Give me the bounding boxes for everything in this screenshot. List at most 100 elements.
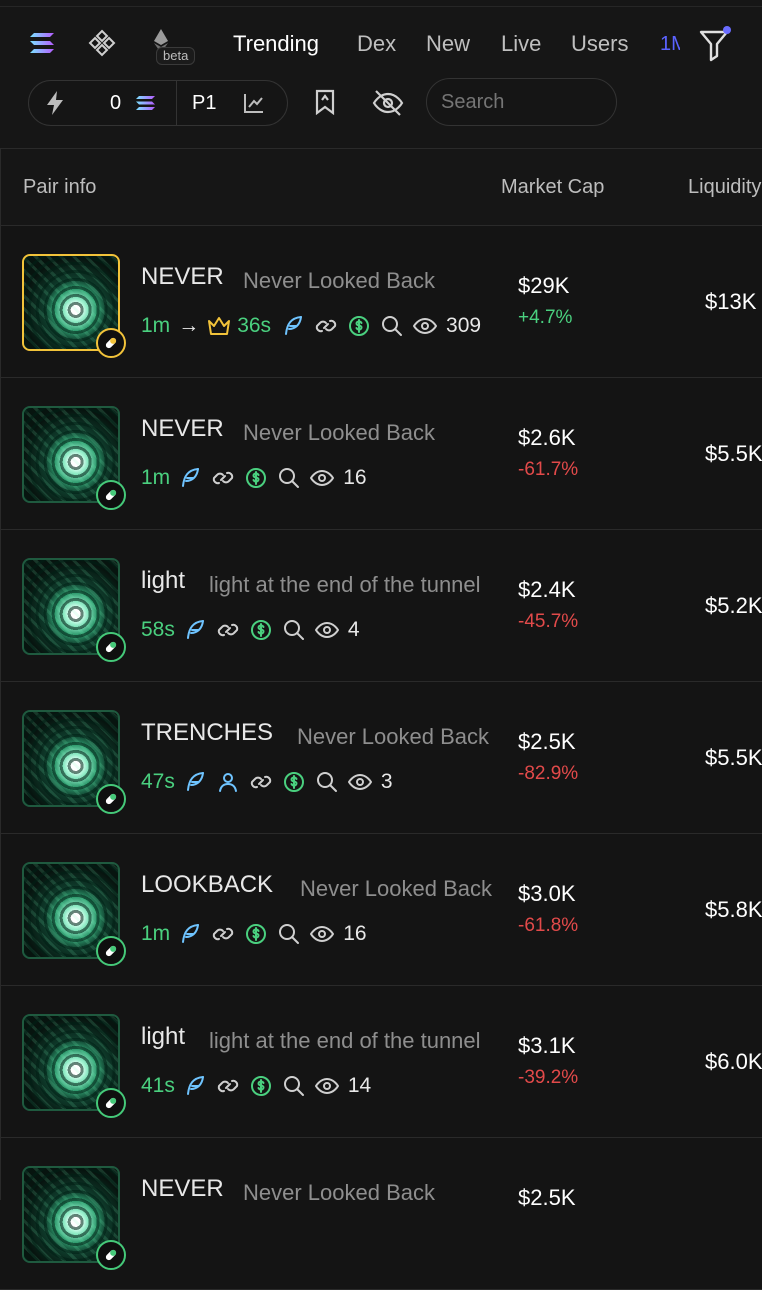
liquidity-clip: $5.2K [705,592,762,620]
link-icon[interactable] [211,922,235,946]
dollar-coin-icon[interactable] [244,466,268,490]
dev-feather-icon[interactable] [178,466,202,490]
dev-feather-icon[interactable] [183,770,207,794]
dollar-coin-icon[interactable] [347,314,371,338]
header-market-cap[interactable]: Market Cap [501,176,604,199]
top-divider [0,6,762,7]
market-cap-value: $3.0K [518,881,576,906]
token-row[interactable]: NEVER Never Looked Back 1m → 36s 309 $29K +… [0,226,762,378]
view-count: 16 [343,922,367,946]
hide-icon[interactable] [372,88,404,118]
pill-capsule-icon [105,489,117,501]
token-name: Never Looked Back [297,724,489,749]
liquidity-clip: $5.8K [705,896,762,924]
market-cap-change: -61.8% [518,915,579,936]
token-name: Never Looked Back [243,268,435,293]
dev-feather-icon[interactable] [183,1074,207,1098]
eye-icon[interactable] [413,314,438,338]
tab-users[interactable]: Users [571,30,628,58]
market-cap-value: $3.1K [518,1033,576,1058]
tab-live[interactable]: Live [501,30,541,58]
bnb-logo-icon[interactable] [88,29,116,57]
eye-icon[interactable] [310,922,335,946]
chart-icon[interactable] [243,92,265,114]
token-ticker[interactable]: LOOKBACK [141,872,273,898]
token-meta: 41s 14 [141,1072,506,1100]
token-row[interactable]: NEVER Never Looked Back $2.5K [0,1138,762,1290]
token-row[interactable]: LOOKBACK Never Looked Back 1m 16 $3.0K -6… [0,834,762,986]
eye-icon[interactable] [310,466,335,490]
market-cap-value: $29K [518,273,570,298]
token-age: 58s [141,618,175,642]
pill-capsule-icon [105,1097,117,1109]
link-icon[interactable] [216,618,240,642]
token-ticker[interactable]: NEVER [141,416,224,442]
search-icon[interactable] [277,922,301,946]
liquidity-clip: $5.5K [705,744,762,772]
table-header [0,148,762,226]
search-icon[interactable] [282,1074,306,1098]
lightning-icon[interactable] [44,90,66,116]
token-name: light at the end of the tunnel [209,572,481,597]
link-icon[interactable] [211,466,235,490]
user-icon[interactable] [216,770,240,794]
header-pair-info[interactable]: Pair info [23,176,96,199]
tab-1m[interactable]: 1M [660,30,680,58]
tab-dex[interactable]: Dex [357,30,396,58]
filter-active-dot [723,26,731,34]
header-liquidity-clip: Liquidity [688,174,762,202]
token-age: 47s [141,770,175,794]
token-ticker[interactable]: light [141,1024,185,1050]
token-ticker[interactable]: NEVER [141,1176,224,1202]
token-age: 41s [141,1074,175,1098]
solana-logo-icon[interactable] [29,30,57,56]
market-cap-change: -61.7% [518,459,579,480]
liquidity-value: $5.2K [705,593,762,618]
token-meta: 1m 16 [141,464,506,492]
bookmark-icon[interactable] [314,89,336,115]
token-age: 1m [141,466,171,490]
dollar-coin-icon[interactable] [249,1074,273,1098]
tab-overflow[interactable]: 1M [660,30,680,58]
dollar-coin-icon[interactable] [249,618,273,642]
tab-trending[interactable]: Trending [233,30,319,58]
eye-icon[interactable] [314,618,339,642]
preset-label[interactable]: P1 [192,91,216,115]
view-count: 16 [343,466,367,490]
dollar-coin-icon[interactable] [244,922,268,946]
header-liquidity[interactable]: Liquidity [688,176,761,198]
liquidity-value: $5.8K [705,897,762,922]
crown-icon [208,317,231,336]
search-icon[interactable] [282,618,306,642]
market-cap-change: +4.7% [518,307,573,328]
token-ticker[interactable]: NEVER [141,264,224,290]
dev-feather-icon[interactable] [281,314,305,338]
token-meta: 47s 3 [141,768,506,796]
token-row[interactable]: light light at the end of the tunnel 58s… [0,530,762,682]
dev-feather-icon[interactable] [178,922,202,946]
search-icon[interactable] [380,314,404,338]
search-icon[interactable] [277,466,301,490]
token-row[interactable]: TRENCHES Never Looked Back 47s 3 $2.5K -8… [0,682,762,834]
token-row[interactable]: NEVER Never Looked Back 1m 16 $2.6K -61.7… [0,378,762,530]
link-icon[interactable] [249,770,273,794]
token-ticker[interactable]: TRENCHES [141,720,273,746]
liquidity-value: $5.5K [705,441,762,466]
search-icon[interactable] [315,770,339,794]
token-row[interactable]: light light at the end of the tunnel 41s… [0,986,762,1138]
dev-feather-icon[interactable] [183,618,207,642]
dollar-coin-icon[interactable] [282,770,306,794]
market-cap-change: -45.7% [518,611,579,632]
search-input[interactable] [426,78,617,126]
liquidity-clip: $13K [705,288,762,316]
tab-new[interactable]: New [426,30,470,58]
quick-buy-amount[interactable]: 0 [110,91,121,115]
link-icon[interactable] [216,1074,240,1098]
eye-icon[interactable] [314,1074,339,1098]
pill-badge-icon [96,1240,126,1270]
pill-badge-icon [96,480,126,510]
arrow-icon: → [178,314,200,338]
eye-icon[interactable] [347,770,372,794]
link-icon[interactable] [314,314,338,338]
token-ticker[interactable]: light [141,568,185,594]
